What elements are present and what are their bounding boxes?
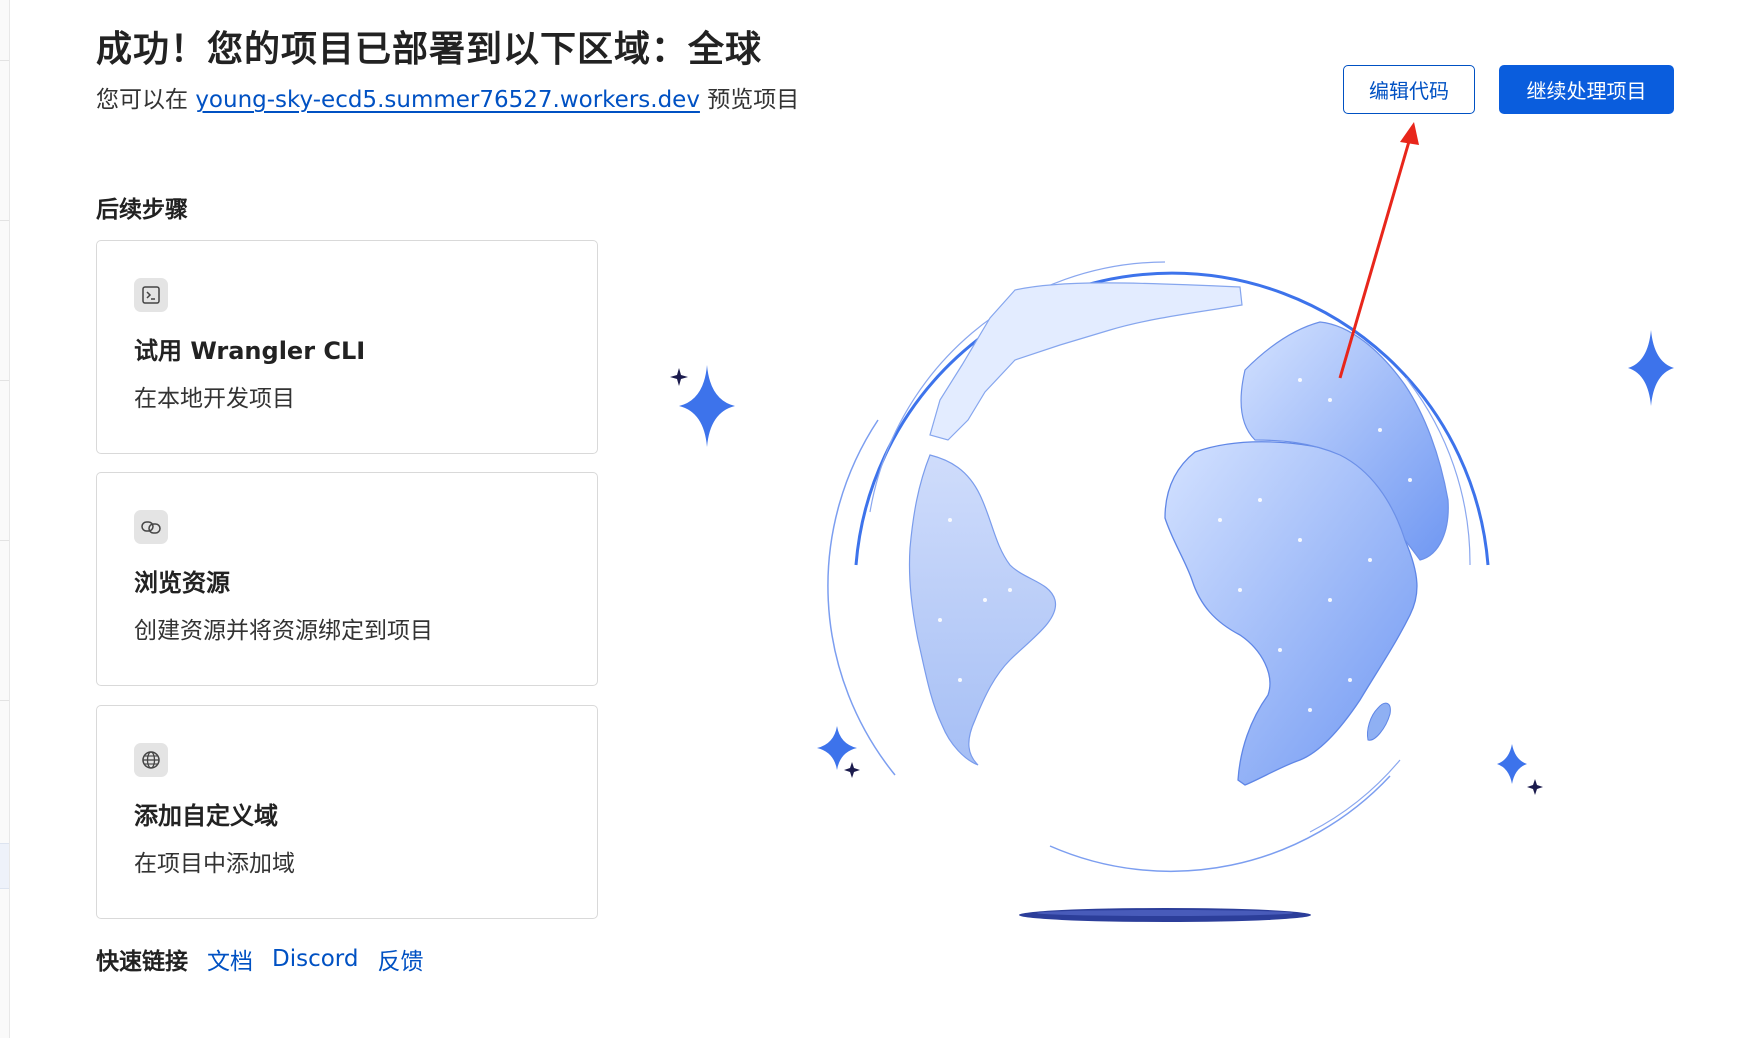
madagascar-landmass (1367, 702, 1391, 741)
north-america-landmass (929, 282, 1243, 441)
annotation-arrow (1338, 122, 1419, 379)
sparkle-icon (679, 330, 1674, 784)
globe-shadow (1019, 908, 1311, 922)
globe-illustration (670, 122, 1674, 922)
south-america-landmass (908, 454, 1057, 766)
